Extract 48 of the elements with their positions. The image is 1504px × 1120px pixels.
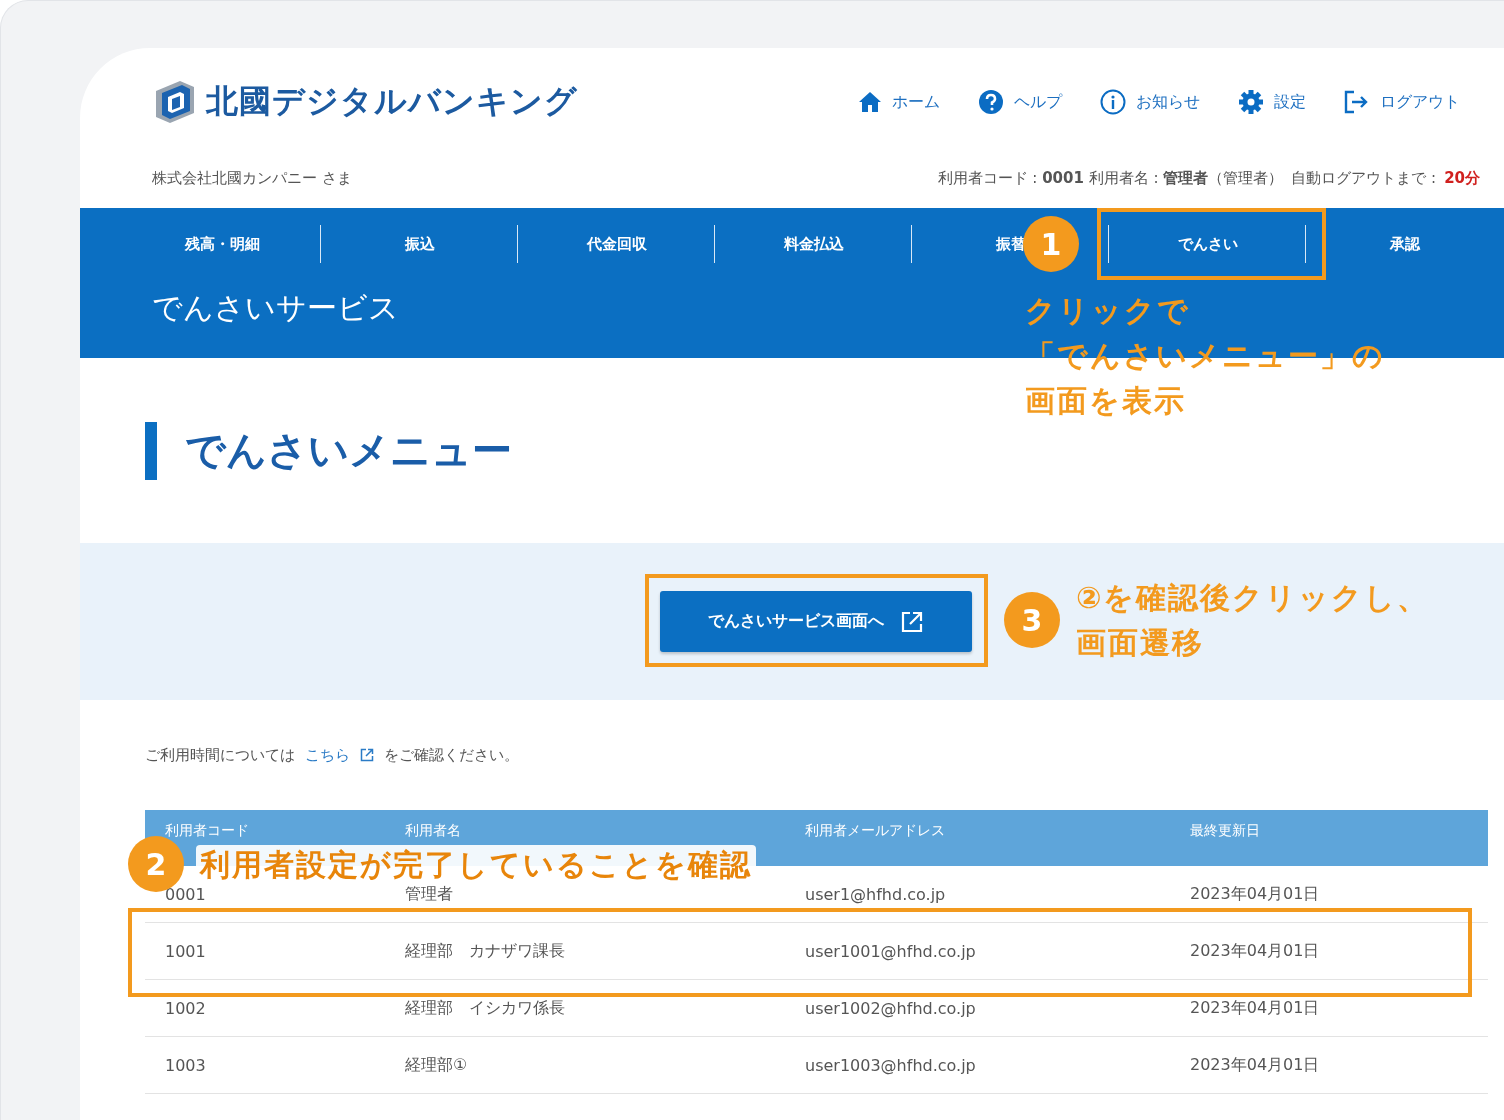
table-cell-text: 経理部 カナザワ課長 <box>405 940 566 962</box>
nav-link[interactable]: お知らせ <box>1100 89 1200 115</box>
table-cell-text: user1001@hfhd.co.jp <box>805 941 977 961</box>
table-cell-text: 1001 <box>165 941 207 961</box>
nav-link[interactable]: ホーム <box>858 89 940 115</box>
home-icon <box>858 91 882 113</box>
table-cell-text: 管理者 <box>405 883 454 905</box>
info-icon <box>1100 89 1126 115</box>
nav-link[interactable]: ログアウト <box>1344 89 1460 115</box>
column-header: 利用者名 <box>405 822 462 840</box>
table-cell-text: user1003@hfhd.co.jp <box>805 1055 977 1075</box>
table-cell-text: 1002 <box>165 998 207 1018</box>
table-cell-text: 経理部 イシカワ係長 <box>405 997 566 1019</box>
annotation-text: ②を確認後クリックし、 画面遷移 <box>1076 579 1430 662</box>
page-heading: でんさいメニュー <box>185 426 512 475</box>
logo-text: 北國デジタルバンキング <box>206 81 578 122</box>
table-cell-text: 1003 <box>165 1055 207 1075</box>
table-cell-text: user1002@hfhd.co.jp <box>805 998 977 1018</box>
auto-logout-label: 自動ログアウトまで : <box>1291 168 1437 188</box>
menu-tab[interactable]: 料金払込 <box>783 234 844 254</box>
table-cell-text: 2023年04月01日 <box>1190 997 1321 1019</box>
service-button[interactable]: でんさいサービス画面へ <box>660 591 972 652</box>
external-link-icon <box>900 609 924 634</box>
notice-text: ご利用時間については <box>145 745 295 765</box>
table-cell-text: 2023年04月01日 <box>1190 883 1321 905</box>
column-header: 利用者メールアドレス <box>805 822 946 840</box>
logout-icon <box>1344 90 1370 114</box>
menu-tab[interactable]: 承認 <box>1389 234 1420 254</box>
menu-tab[interactable]: 残高・明細 <box>185 234 260 254</box>
company-name: 株式会社北國カンパニー さま <box>152 168 352 188</box>
menu-tab[interactable]: 振込 <box>404 234 435 254</box>
user-info: 利用者コード : 0001 利用者名 : 管理者（管理者） <box>937 168 1284 188</box>
table-cell-text: 経理部① <box>405 1054 469 1076</box>
service-title: でんさいサービス <box>152 290 399 325</box>
help-icon <box>978 89 1004 115</box>
nav-link[interactable]: ヘルプ <box>978 89 1062 115</box>
auto-logout-time: 20分 <box>1444 168 1480 188</box>
heading-accent-bar <box>145 421 157 480</box>
table-cell-text: 2023年04月01日 <box>1190 940 1321 962</box>
table-cell-text: user1@hfhd.co.jp <box>805 884 947 904</box>
notice-text: をご確認ください。 <box>384 745 519 765</box>
column-header: 最終更新日 <box>1190 822 1261 840</box>
menu-tab[interactable]: でんさい <box>1177 234 1238 254</box>
nav-link[interactable]: 設定 <box>1238 89 1306 115</box>
external-link-icon <box>360 748 374 762</box>
table-cell-text: 2023年04月01日 <box>1190 1054 1321 1076</box>
hours-link[interactable]: こちら <box>305 745 350 765</box>
menu-tab[interactable]: 代金回収 <box>586 234 647 254</box>
